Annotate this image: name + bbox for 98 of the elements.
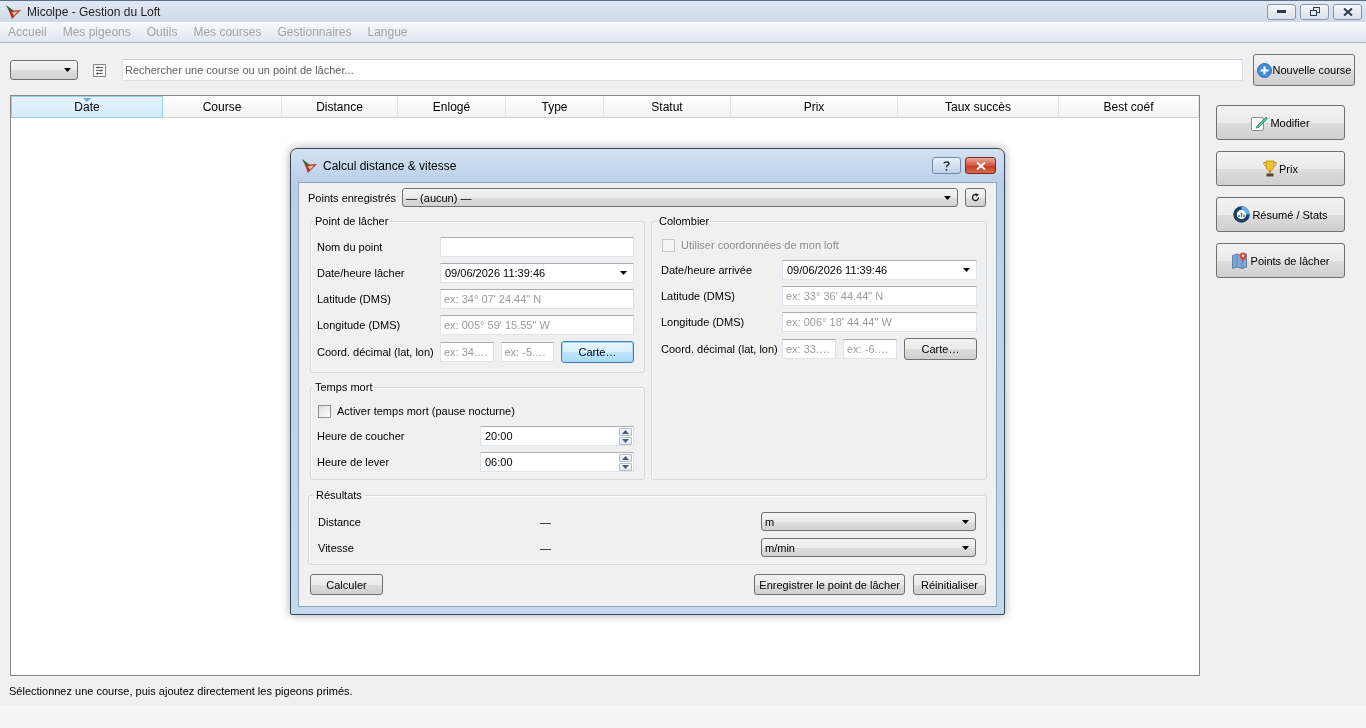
edit-icon xyxy=(1251,114,1269,131)
coordinate-field[interactable]: ex: 33.… xyxy=(782,339,836,359)
close-icon xyxy=(1342,7,1353,16)
new-race-button[interactable]: Nouvelle course xyxy=(1253,54,1355,86)
caret-icon xyxy=(944,195,951,200)
date-time-combo[interactable]: 09/06/2026 11:39:46 xyxy=(440,263,634,283)
column-header[interactable]: Prix xyxy=(731,96,898,118)
down-arrow-icon xyxy=(622,438,629,443)
column-header[interactable]: Type xyxy=(506,96,604,118)
status-text: Sélectionnez une course, puis ajoutez directement les pigeons primés. xyxy=(9,684,353,697)
caret-icon xyxy=(64,68,71,72)
column-header[interactable]: Statut xyxy=(604,96,731,118)
caret-icon xyxy=(620,271,627,275)
side-button[interactable]: Modifier xyxy=(1216,105,1345,140)
close-button[interactable] xyxy=(965,157,996,174)
side-button[interactable]: Résumé / Stats xyxy=(1216,197,1345,232)
field-label: Points enregistrés xyxy=(308,191,397,204)
column-header[interactable]: Best coéf xyxy=(1059,96,1199,118)
checkbox-label: Utiliser coordonnées de mon loft xyxy=(681,239,839,251)
up-arrow-icon xyxy=(622,429,629,434)
window-title: Micolpe - Gestion du Loft xyxy=(27,4,161,19)
sort-indicator-icon xyxy=(83,98,91,102)
spin-down-button[interactable] xyxy=(619,462,632,471)
field-label: Coord. décimal (lat, lon) xyxy=(317,346,435,358)
map-button[interactable]: Carte… xyxy=(904,338,977,360)
coordinate-field[interactable]: ex: 34.… xyxy=(440,342,494,362)
list-settings-icon[interactable] xyxy=(93,63,106,77)
map-button[interactable]: Carte… xyxy=(561,341,634,363)
text-field[interactable]: ex: 33° 36' 44.44" N xyxy=(782,286,977,306)
field-label: Longitude (DMS) xyxy=(317,319,402,331)
checkbox-label: Activer temps mort (pause nocturne) xyxy=(337,405,515,417)
text-field[interactable] xyxy=(440,237,634,257)
group-title: Résultats xyxy=(315,488,363,502)
time-spinbox[interactable]: 20:00 xyxy=(480,426,634,446)
group-title: Colombier xyxy=(658,214,711,228)
text-field[interactable]: ex: 006° 18' 44.44" W xyxy=(782,312,977,332)
caret-icon xyxy=(962,519,969,524)
unit-combo[interactable]: m/min xyxy=(761,538,976,557)
text-field[interactable]: ex: 005° 59' 15.55" W xyxy=(440,315,634,335)
coordinate-field[interactable]: ex: -5.… xyxy=(500,342,554,362)
column-header[interactable]: Taux succès xyxy=(898,96,1059,118)
text-field[interactable]: ex: 34° 07' 24.44" N xyxy=(440,289,634,309)
help-button[interactable] xyxy=(932,157,961,174)
field-label: Latitude (DMS) xyxy=(317,293,392,305)
ring-chart-icon xyxy=(1233,206,1251,223)
column-header[interactable]: Enlogé xyxy=(398,96,506,118)
spin-down-button[interactable] xyxy=(619,436,632,445)
field-label: Latitude (DMS) xyxy=(661,290,736,302)
spin-up-button[interactable] xyxy=(619,453,632,462)
close-icon xyxy=(975,161,986,170)
field-label: Date/heure lâcher xyxy=(317,267,406,279)
field-label: Coord. décimal (lat, lon) xyxy=(661,343,779,355)
column-header[interactable]: Course xyxy=(163,96,282,118)
dialog-title: Calcul distance & vitesse xyxy=(323,158,457,173)
unit-combo[interactable]: m xyxy=(761,512,976,531)
down-arrow-icon xyxy=(622,464,629,469)
group-title: Point de lâcher xyxy=(314,214,390,228)
checkbox[interactable] xyxy=(318,404,331,418)
trophy-icon xyxy=(1263,160,1277,177)
dialog-button[interactable]: Réinitialiser xyxy=(913,574,986,595)
field-label: Vitesse xyxy=(318,541,355,554)
caret-icon xyxy=(963,268,970,272)
time-spinbox[interactable]: 06:00 xyxy=(480,452,634,472)
plus-icon xyxy=(1256,62,1272,78)
column-header[interactable]: Distance xyxy=(282,96,398,118)
column-header[interactable]: Date xyxy=(11,96,163,118)
minimize-icon xyxy=(1277,10,1286,13)
map-pin-icon xyxy=(1231,252,1249,269)
side-button[interactable]: Prix xyxy=(1216,151,1345,186)
dialog-button[interactable]: Enregistrer le point de lâcher xyxy=(754,574,905,595)
field-label: Heure de coucher xyxy=(317,430,406,442)
refresh-icon xyxy=(971,193,980,202)
spin-up-button[interactable] xyxy=(619,427,632,436)
date-time-combo[interactable]: 09/06/2026 11:39:46 xyxy=(782,260,977,280)
up-arrow-icon xyxy=(622,455,629,460)
side-button[interactable]: Points de lâcher xyxy=(1216,243,1345,278)
bird-logo-icon xyxy=(302,158,317,173)
field-label: Longitude (DMS) xyxy=(661,316,746,328)
search-field[interactable]: Rechercher une course ou un point de lâcher... xyxy=(122,59,1243,81)
help-icon xyxy=(943,160,950,171)
restore-button[interactable] xyxy=(1300,3,1329,20)
minimize-button[interactable] xyxy=(1267,3,1296,20)
field-label: Nom du point xyxy=(317,241,384,253)
result-value: — xyxy=(540,515,551,528)
caret-icon xyxy=(962,545,969,550)
filter-combo[interactable] xyxy=(10,60,78,80)
close-button[interactable] xyxy=(1333,3,1362,20)
field-label: Distance xyxy=(318,515,362,528)
group-title: Temps mort xyxy=(314,380,374,394)
refresh-button[interactable] xyxy=(965,188,986,207)
bird-logo-icon xyxy=(6,4,21,19)
field-label: Heure de lever xyxy=(317,456,391,468)
field-label: Date/heure arrivée xyxy=(661,264,754,276)
result-value: — xyxy=(540,541,551,554)
coordinate-field[interactable]: ex: -6.… xyxy=(843,339,897,359)
dialog-button[interactable]: Calculer xyxy=(310,574,383,595)
restore-icon xyxy=(1309,7,1320,16)
saved-points-combo[interactable]: — (aucun) — xyxy=(402,188,958,207)
